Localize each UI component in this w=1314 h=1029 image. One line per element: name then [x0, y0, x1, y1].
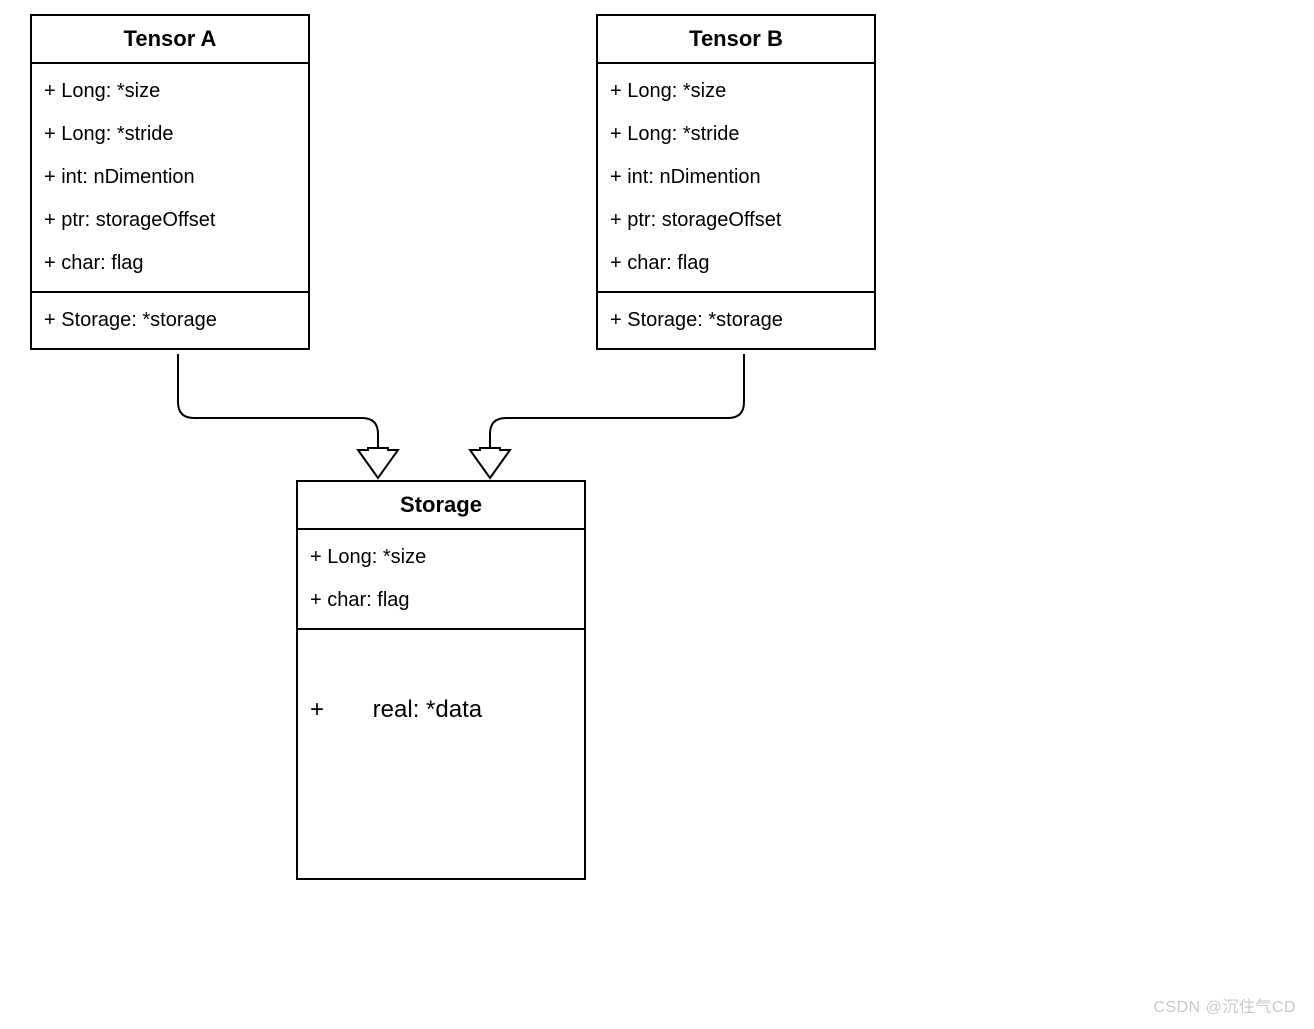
watermark: CSDN @沉住气CD — [1153, 993, 1296, 1017]
arrow-tensor-b-to-storage — [0, 0, 1314, 1029]
